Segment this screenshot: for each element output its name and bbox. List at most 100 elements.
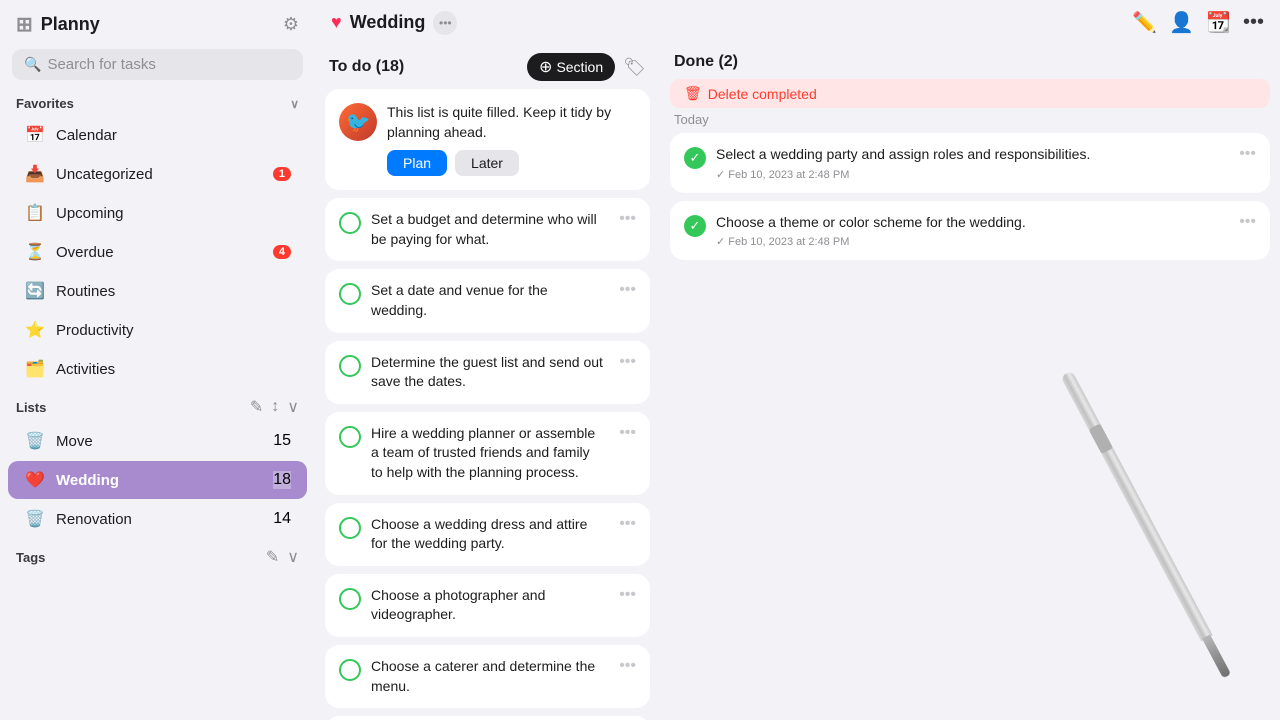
move-list-icon: 🗑️ <box>24 430 46 452</box>
user-icon[interactable]: 👤 <box>1169 10 1194 35</box>
lists-chevron-icon[interactable]: ∨ <box>287 397 299 417</box>
sidebar-item-wedding[interactable]: ❤️ Wedding 18 <box>8 461 307 499</box>
done-task-content-2: Choose a theme or color scheme for the w… <box>716 213 1229 249</box>
sidebar-item-productivity[interactable]: ⭐ Productivity <box>8 311 307 349</box>
page-title: Wedding <box>350 12 426 33</box>
header-more-button[interactable]: ••• <box>433 11 457 35</box>
calendar-view-icon[interactable]: 📆 <box>1206 10 1231 35</box>
task-item: Choose a caterer and determine the menu.… <box>325 645 650 708</box>
done-title: Done (2) <box>674 53 738 71</box>
sidebar-item-uncategorized[interactable]: 📥 Uncategorized 1 <box>8 155 307 193</box>
tags-actions: ✎ ∨ <box>266 547 299 567</box>
task-more-7[interactable]: ••• <box>615 657 636 675</box>
productivity-icon: ⭐ <box>24 319 46 341</box>
today-label: Today <box>670 108 1270 133</box>
top-bar-right: ✏️ 👤 📆 ••• <box>1132 10 1264 35</box>
notification-content: This list is quite filled. Keep it tidy … <box>387 103 636 176</box>
task-checkbox-2[interactable] <box>339 283 361 305</box>
done-checkbox-2[interactable]: ✓ <box>684 215 706 237</box>
task-more-4[interactable]: ••• <box>615 424 636 442</box>
task-checkbox-5[interactable] <box>339 517 361 539</box>
task-item: Set a budget and determine who will be p… <box>325 198 650 261</box>
delete-completed-button[interactable]: 🗑 Delete completed <box>670 79 1270 108</box>
renovation-badge: 14 <box>273 510 291 528</box>
task-more-3[interactable]: ••• <box>615 353 636 371</box>
move-badge: 15 <box>273 432 291 450</box>
plan-button[interactable]: Plan <box>387 150 447 176</box>
done-task-text-2: Choose a theme or color scheme for the w… <box>716 213 1229 233</box>
task-text-3: Determine the guest list and send out sa… <box>371 353 605 392</box>
done-task-date-2: ✓ Feb 10, 2023 at 2:48 PM <box>716 235 1229 248</box>
done-column-header: Done (2) <box>670 45 1270 79</box>
add-list-icon[interactable]: ✎ <box>250 397 263 417</box>
done-task-content-1: Select a wedding party and assign roles … <box>716 145 1229 181</box>
sidebar-item-renovation[interactable]: 🗑️ Renovation 14 <box>8 500 307 538</box>
notification-card: 🐦 This list is quite filled. Keep it tid… <box>325 89 650 190</box>
task-text-1: Set a budget and determine who will be p… <box>371 210 605 249</box>
task-more-1[interactable]: ••• <box>615 210 636 228</box>
trash-icon: 🗑 <box>684 85 702 102</box>
tags-chevron-icon[interactable]: ∨ <box>287 547 299 567</box>
sidebar-item-activities[interactable]: 🗂️ Activities <box>8 350 307 388</box>
activities-icon: 🗂️ <box>24 358 46 380</box>
compose-icon[interactable]: ✏️ <box>1132 10 1157 35</box>
task-checkbox-3[interactable] <box>339 355 361 377</box>
done-checkbox-1[interactable]: ✓ <box>684 147 706 169</box>
favorites-section-header: Favorites ∨ <box>0 90 315 115</box>
calendar-icon: 📅 <box>24 124 46 146</box>
task-item: Hire a wedding planner or assemble a tea… <box>325 412 650 495</box>
search-placeholder: Search for tasks <box>47 56 155 73</box>
done-task-more-2[interactable]: ••• <box>1239 213 1256 231</box>
sort-list-icon[interactable]: ↕ <box>271 398 279 416</box>
sidebar-header: ⊞ Planny ⚙ <box>0 0 315 45</box>
routines-icon: 🔄 <box>24 280 46 302</box>
sidebar-item-move[interactable]: 🗑️ Move 15 <box>8 422 307 460</box>
lists-actions: ✎ ↕ ∨ <box>250 397 299 417</box>
todo-column-header: To do (18) ⊕ Section 🏷 <box>325 45 650 89</box>
task-checkbox-7[interactable] <box>339 659 361 681</box>
done-task-item: ✓ Choose a theme or color scheme for the… <box>670 201 1270 261</box>
columns-container: To do (18) ⊕ Section 🏷 🐦 This list is qu… <box>315 45 1280 720</box>
task-more-5[interactable]: ••• <box>615 515 636 533</box>
overdue-icon: ⏳ <box>24 241 46 263</box>
add-tag-icon[interactable]: ✎ <box>266 547 279 567</box>
task-checkbox-1[interactable] <box>339 212 361 234</box>
overdue-badge: 4 <box>273 245 291 259</box>
favorites-chevron-icon[interactable]: ∨ <box>290 97 299 111</box>
renovation-list-icon: 🗑️ <box>24 508 46 530</box>
tags-section-header: Tags ✎ ∨ <box>0 539 315 571</box>
task-item: Determine the guest list and send out sa… <box>325 341 650 404</box>
top-bar-left: ♥ Wedding ••• <box>331 11 457 35</box>
section-button[interactable]: ⊕ Section <box>527 53 615 81</box>
done-task-more-1[interactable]: ••• <box>1239 145 1256 163</box>
wedding-badge: 18 <box>273 471 291 489</box>
app-title: ⊞ Planny <box>16 12 100 37</box>
sidebar-item-upcoming[interactable]: 📋 Upcoming <box>8 194 307 232</box>
task-more-6[interactable]: ••• <box>615 586 636 604</box>
task-checkbox-4[interactable] <box>339 426 361 448</box>
task-more-2[interactable]: ••• <box>615 281 636 299</box>
later-button[interactable]: Later <box>455 150 519 176</box>
tag-icon[interactable]: 🏷 <box>623 57 646 78</box>
task-item: Choose a wedding dress and attire for th… <box>325 503 650 566</box>
task-item: Choose a florist and decide on flowers a… <box>325 716 650 720</box>
heart-icon: ♥ <box>331 12 342 33</box>
search-bar[interactable]: 🔍 Search for tasks <box>12 49 303 80</box>
todo-column: To do (18) ⊕ Section 🏷 🐦 This list is qu… <box>315 45 660 720</box>
upcoming-icon: 📋 <box>24 202 46 224</box>
task-text-4: Hire a wedding planner or assemble a tea… <box>371 424 605 483</box>
wedding-list-icon: ❤️ <box>24 469 46 491</box>
done-task-item: ✓ Select a wedding party and assign role… <box>670 133 1270 193</box>
sidebar-item-calendar[interactable]: 📅 Calendar <box>8 116 307 154</box>
done-task-date-1: ✓ Feb 10, 2023 at 2:48 PM <box>716 168 1229 181</box>
sidebar: ⊞ Planny ⚙ 🔍 Search for tasks Favorites … <box>0 0 315 720</box>
notification-buttons: Plan Later <box>387 150 636 176</box>
sidebar-item-overdue[interactable]: ⏳ Overdue 4 <box>8 233 307 271</box>
overflow-menu-icon[interactable]: ••• <box>1243 11 1264 34</box>
sidebar-item-routines[interactable]: 🔄 Routines <box>8 272 307 310</box>
task-text-2: Set a date and venue for the wedding. <box>371 281 605 320</box>
main-content: ♥ Wedding ••• ✏️ 👤 📆 ••• To do (18) ⊕ Se… <box>315 0 1280 720</box>
task-text-6: Choose a photographer and videographer. <box>371 586 605 625</box>
gear-icon[interactable]: ⚙ <box>283 14 299 35</box>
task-checkbox-6[interactable] <box>339 588 361 610</box>
